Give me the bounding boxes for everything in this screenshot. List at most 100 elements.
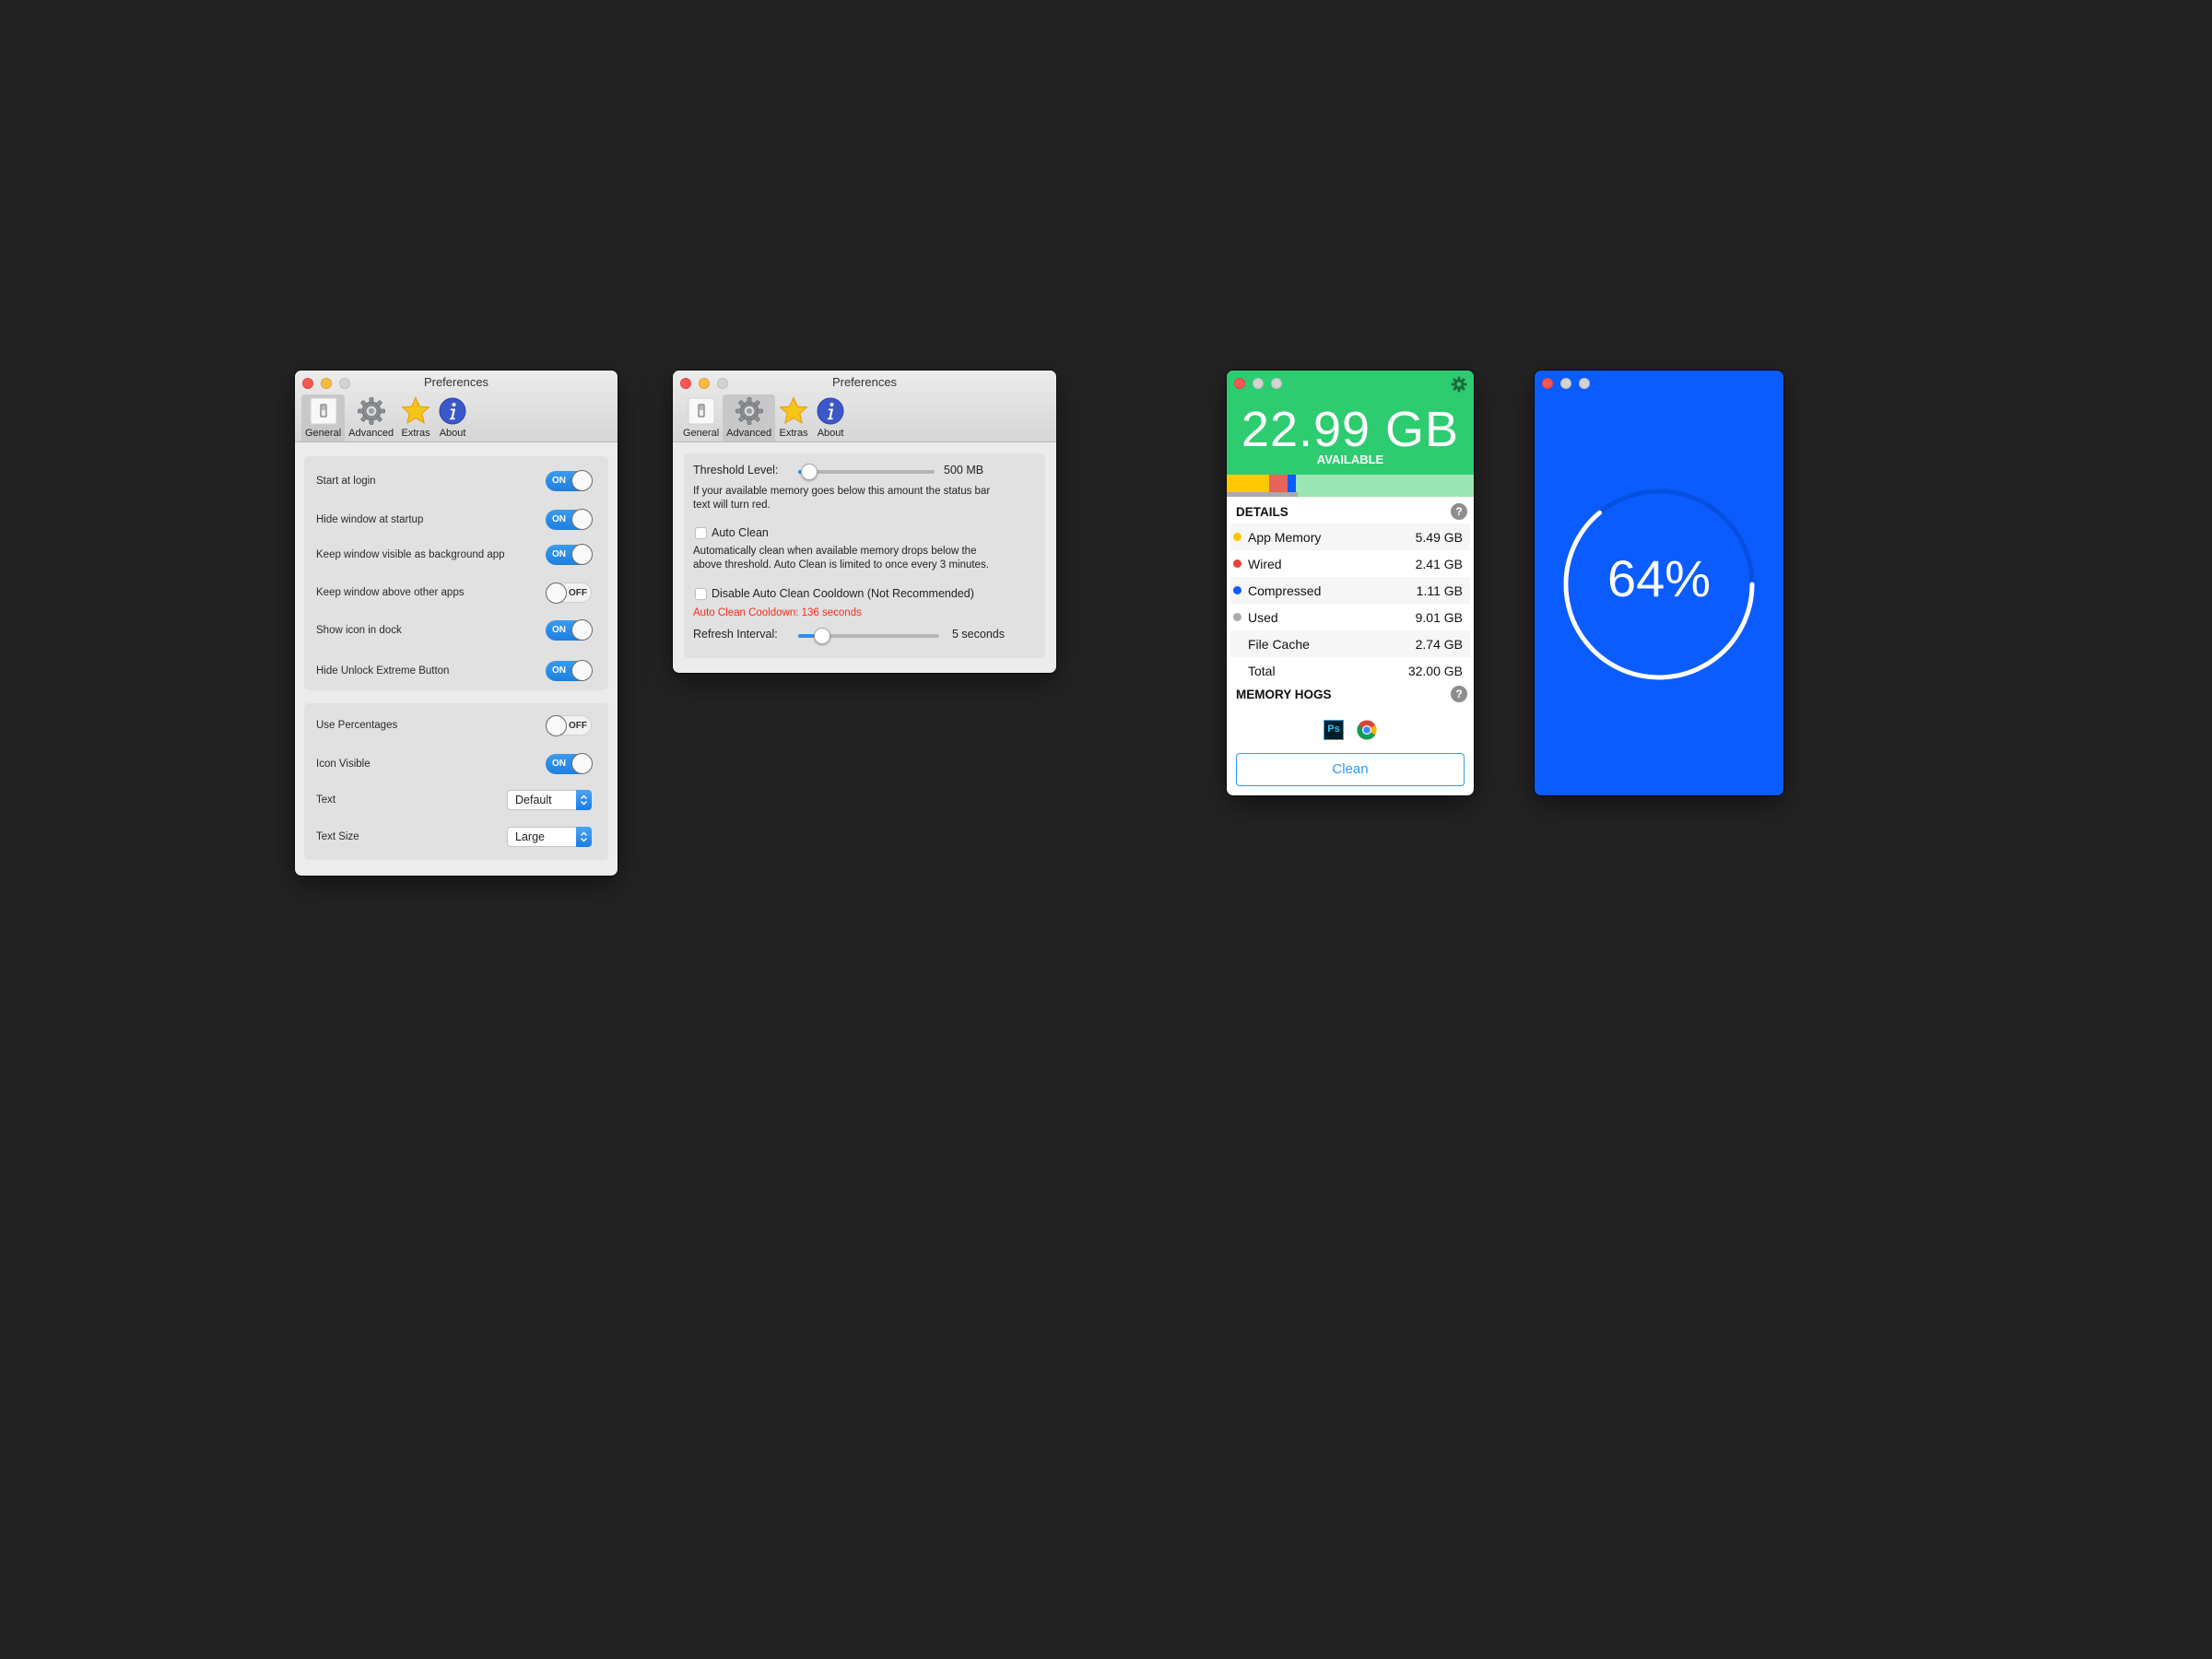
used-memory-underline [1227,492,1298,497]
detail-label: File Cache [1248,636,1310,652]
window-controls [680,378,728,389]
setting-label: Text [316,794,336,806]
detail-value: 1.11 GB [1416,582,1463,598]
info-icon [816,396,845,426]
detail-row: Total 32.00 GB [1230,657,1470,684]
detail-row: App Memory 5.49 GB [1230,524,1470,550]
text-select[interactable]: Default [507,790,592,810]
setting-label: Hide window at startup [316,514,424,525]
detail-label: Compressed [1248,582,1322,598]
setting-label: Use Percentages [316,720,398,731]
preferences-general-window: Preferences General Advanced Extras Abou… [295,371,618,876]
hide-unlock-extreme-toggle[interactable]: ON [546,660,593,681]
legend-dot [1233,613,1241,621]
star-icon [401,396,430,426]
tab-advanced[interactable]: Advanced [345,394,397,441]
tab-advanced[interactable]: Advanced [723,394,776,441]
minimize-button[interactable] [321,378,332,389]
minimize-button[interactable] [699,378,710,389]
icon-visible-toggle[interactable]: ON [546,753,593,774]
show-icon-in-dock-toggle[interactable]: ON [546,619,593,641]
preferences-toolbar: General Advanced Extras About [679,394,849,441]
switch-icon [687,396,716,426]
refresh-interval-slider[interactable] [798,628,939,644]
auto-clean-label[interactable]: Auto Clean [712,526,769,539]
photoshop-icon[interactable]: Ps [1324,720,1344,740]
tab-about[interactable]: About [434,394,471,441]
window-controls [302,378,350,389]
memory-hogs-list: Ps [1227,720,1474,740]
percentage-value: 64% [1606,549,1712,607]
disable-cooldown-label[interactable]: Disable Auto Clean Cooldown (Not Recomme… [712,587,974,600]
close-button[interactable] [680,378,691,389]
chrome-icon[interactable] [1357,720,1377,740]
setting-row: Keep window above other apps OFF [304,582,608,604]
tab-extras[interactable]: Extras [775,394,812,441]
zoom-button[interactable] [339,378,350,389]
detail-row: Compressed 1.11 GB [1230,577,1470,604]
tab-general[interactable]: General [301,394,346,441]
close-button[interactable] [1234,378,1245,389]
auto-clean-checkbox[interactable] [695,527,707,539]
setting-label: Start at login [316,476,376,487]
tab-general[interactable]: General [679,394,723,441]
preferences-advanced-window: Preferences General Advanced Extras Abou… [673,371,1056,673]
detail-label: App Memory [1248,529,1322,545]
disable-cooldown-checkbox[interactable] [695,588,707,600]
bar-segment-compressed [1288,475,1297,492]
start-at-login-toggle[interactable]: ON [546,470,593,491]
memory-hogs-heading: MEMORY HOGS [1236,688,1332,701]
setting-row: Text Default [304,789,608,811]
slider-thumb[interactable] [800,464,818,480]
gear-icon [357,396,386,426]
refresh-interval-label: Refresh Interval: [693,628,778,641]
window-controls [1234,378,1282,389]
window-title: Preferences [831,375,898,389]
setting-label: Icon Visible [316,759,371,770]
zoom-button[interactable] [1579,378,1590,389]
use-percentages-toggle[interactable]: OFF [546,715,592,736]
memory-header: 22.99 GB AVAILABLE [1227,371,1474,475]
tab-label: General [305,428,342,439]
tab-label: Advanced [726,428,772,439]
slider-thumb[interactable] [814,628,830,644]
free-memory-underline [1298,492,1474,497]
detail-row: Wired 2.41 GB [1230,550,1470,577]
settings-gear-icon[interactable] [1451,376,1467,397]
hide-window-at-startup-toggle[interactable]: ON [546,509,593,530]
text-size-select[interactable]: Large [507,827,592,847]
minimize-button[interactable] [1253,378,1264,389]
memory-hogs-help-icon[interactable]: ? [1451,686,1467,702]
threshold-label: Threshold Level: [693,464,779,477]
available-memory-value: 22.99 GB [1241,402,1460,457]
info-icon [438,396,467,426]
gear-icon [735,396,764,426]
close-button[interactable] [1542,378,1553,389]
keep-window-visible-toggle[interactable]: ON [546,544,593,565]
tab-label: About [817,428,844,439]
setting-row: Keep window visible as background app ON [304,544,608,566]
bar-segment-app-memory [1227,475,1269,492]
tab-extras[interactable]: Extras [397,394,434,441]
titlebar: Preferences General Advanced Extras Abou… [673,371,1056,442]
details-help-icon[interactable]: ? [1451,503,1467,520]
setting-row: Hide Unlock Extreme Button ON [304,660,608,682]
tab-label: Extras [779,428,808,439]
threshold-slider[interactable] [798,464,935,480]
tab-label: Extras [401,428,430,439]
zoom-button[interactable] [1271,378,1282,389]
tab-about[interactable]: About [812,394,849,441]
detail-label: Total [1248,663,1276,678]
switch-icon [309,396,338,426]
close-button[interactable] [302,378,313,389]
clean-button[interactable]: Clean [1236,753,1465,786]
setting-label: Keep window visible as background app [316,549,505,560]
zoom-button[interactable] [717,378,728,389]
setting-row: Icon Visible ON [304,753,608,775]
tab-label: Advanced [348,428,394,439]
details-heading: DETAILS [1236,505,1288,519]
keep-window-above-toggle[interactable]: OFF [546,582,592,604]
minimize-button[interactable] [1560,378,1571,389]
setting-label: Hide Unlock Extreme Button [316,665,450,677]
setting-label: Show icon in dock [316,625,402,636]
